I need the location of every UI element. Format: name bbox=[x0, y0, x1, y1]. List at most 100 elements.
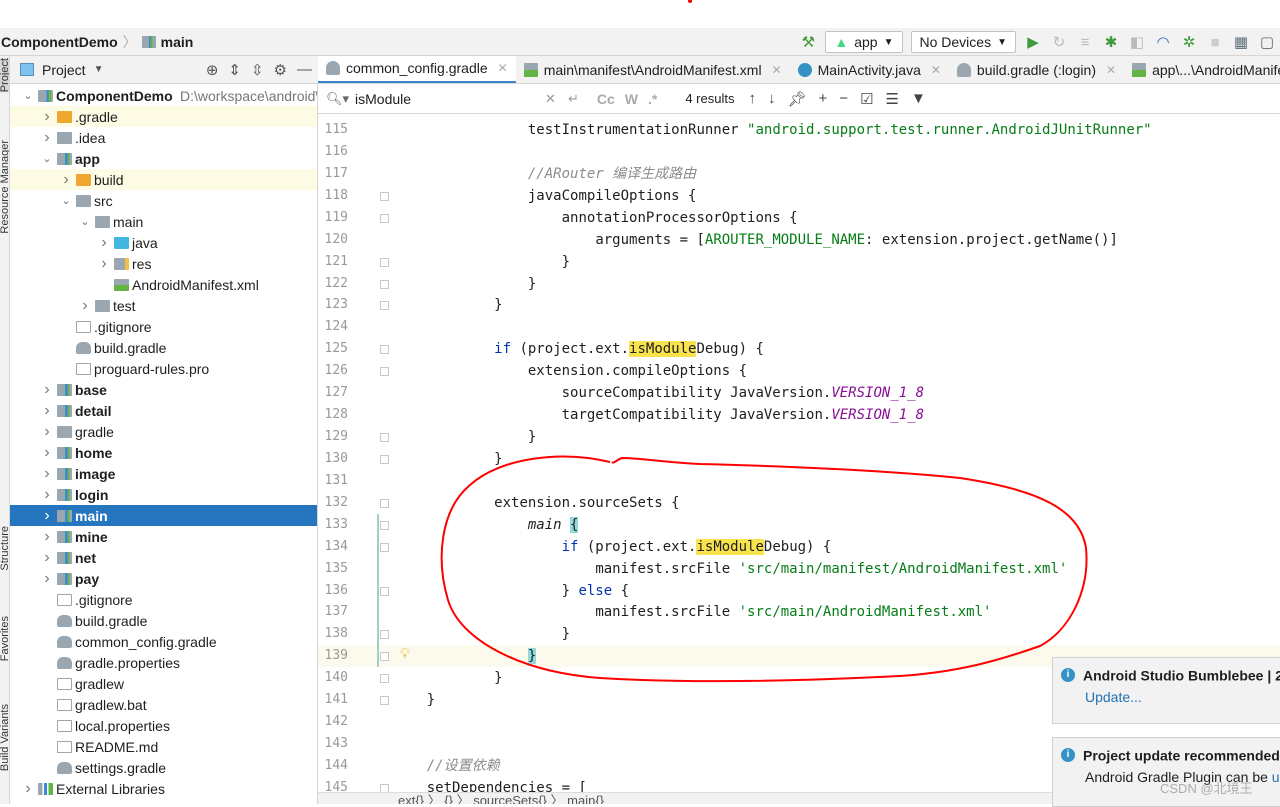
code-line[interactable]: 119 annotationProcessorOptions { bbox=[318, 207, 1280, 229]
settings-icon[interactable]: ⚙ bbox=[274, 61, 287, 79]
tree-item[interactable]: › pay bbox=[10, 568, 317, 589]
tree-item[interactable]: ⌄ app bbox=[10, 148, 317, 169]
tool-tab-build-variants[interactable]: Build Variants bbox=[0, 704, 9, 771]
tree-item[interactable]: gradlew bbox=[10, 673, 317, 694]
tree-item[interactable]: build.gradle bbox=[10, 610, 317, 631]
notification-update[interactable]: i Android Studio Bumblebee | 2021.1.1 Upd… bbox=[1052, 657, 1280, 724]
close-icon[interactable]: ✕ bbox=[1106, 63, 1116, 77]
clear-icon[interactable]: ✕ bbox=[545, 91, 556, 107]
code-line[interactable]: 134 if (project.ext.isModuleDebug) { bbox=[318, 535, 1280, 558]
filter-lines-icon[interactable]: ☰ bbox=[885, 90, 898, 108]
chevron-down-icon[interactable]: ⌄ bbox=[41, 152, 53, 165]
device-manager-icon[interactable]: ▢ bbox=[1258, 33, 1276, 51]
tree-item[interactable]: › base bbox=[10, 379, 317, 400]
fold-marker-icon[interactable] bbox=[380, 520, 389, 530]
chevron-right-icon[interactable]: › bbox=[22, 780, 34, 798]
code-line[interactable]: 128 targetCompatibility JavaVersion.VERSI… bbox=[318, 404, 1280, 426]
code-line[interactable]: 117 //ARouter 编译生成路由 bbox=[318, 163, 1280, 185]
tool-tab-resource-manager[interactable]: Resource Manager bbox=[0, 140, 9, 234]
fold-marker-icon[interactable] bbox=[380, 696, 389, 706]
fold-marker-icon[interactable] bbox=[380, 630, 389, 640]
fold-marker-icon[interactable] bbox=[380, 257, 389, 267]
code-line[interactable]: 116 bbox=[318, 141, 1280, 163]
chevron-right-icon[interactable]: › bbox=[79, 297, 91, 315]
chevron-right-icon[interactable]: › bbox=[60, 171, 72, 189]
fold-marker-icon[interactable] bbox=[380, 542, 389, 552]
pin-icon[interactable]: 📌︎ bbox=[787, 90, 806, 108]
chevron-right-icon[interactable]: › bbox=[22, 801, 34, 805]
fold-marker-icon[interactable] bbox=[380, 191, 389, 201]
fold-marker-icon[interactable] bbox=[380, 652, 389, 662]
tree-item[interactable]: › net bbox=[10, 547, 317, 568]
tree-item[interactable]: gradle.properties bbox=[10, 652, 317, 673]
hide-icon[interactable]: — bbox=[297, 61, 312, 79]
code-line[interactable]: 126 extension.compileOptions { bbox=[318, 360, 1280, 382]
fold-marker-icon[interactable] bbox=[380, 433, 389, 443]
tree-item[interactable]: › home bbox=[10, 442, 317, 463]
tree-item[interactable]: › test bbox=[10, 295, 317, 316]
code-line[interactable]: 137 manifest.srcFile 'src/main/AndroidMan… bbox=[318, 601, 1280, 624]
run-icon[interactable]: ▶ bbox=[1024, 33, 1042, 51]
chevron-right-icon[interactable]: › bbox=[41, 108, 53, 126]
tree-item[interactable]: › image bbox=[10, 463, 317, 484]
change-marker[interactable] bbox=[377, 623, 379, 646]
code-line[interactable]: 132 extension.sourceSets { bbox=[318, 492, 1280, 514]
arrow-up-icon[interactable]: ↑ bbox=[748, 90, 756, 108]
fold-marker-icon[interactable] bbox=[380, 498, 389, 508]
chevron-down-icon[interactable]: ⌄ bbox=[79, 215, 91, 228]
fold-marker-icon[interactable] bbox=[380, 279, 389, 289]
tab-main-manifest-androidmanifest-xml[interactable]: main\manifest\AndroidManifest.xml ✕ bbox=[516, 56, 790, 83]
crumb-block[interactable]: {} bbox=[444, 793, 453, 804]
chevron-right-icon[interactable]: › bbox=[41, 549, 53, 567]
tool-tab-project[interactable]: Project bbox=[0, 58, 9, 93]
code-line[interactable]: 135 manifest.srcFile 'src/main/manifest/A… bbox=[318, 557, 1280, 580]
chevron-down-icon[interactable]: ▼ bbox=[94, 64, 104, 75]
close-icon[interactable]: ✕ bbox=[498, 61, 508, 75]
tree-item[interactable]: › java bbox=[10, 232, 317, 253]
tab-mainactivity-java[interactable]: MainActivity.java ✕ bbox=[790, 56, 949, 83]
code-line[interactable]: 131 bbox=[318, 470, 1280, 492]
code-line[interactable]: 136} else { bbox=[318, 579, 1280, 602]
code-line[interactable]: 118 javaCompileOptions { bbox=[318, 185, 1280, 207]
code-line[interactable]: 129} bbox=[318, 426, 1280, 448]
code-line[interactable]: 122} bbox=[318, 273, 1280, 295]
chevron-right-icon[interactable]: › bbox=[41, 507, 53, 525]
select-all-occurrences-icon[interactable]: ☑ bbox=[860, 90, 873, 108]
chevron-right-icon[interactable]: › bbox=[98, 234, 110, 252]
tree-item[interactable]: ›Scratches and Consoles bbox=[10, 799, 317, 805]
tab-app-androidmanifest-x[interactable]: app\...\AndroidManifest.x bbox=[1124, 56, 1280, 83]
project-structure-icon[interactable]: ▦ bbox=[1232, 33, 1250, 51]
fold-marker-icon[interactable] bbox=[380, 213, 389, 223]
debug-icon[interactable]: ✱ bbox=[1102, 33, 1120, 51]
fold-marker-icon[interactable] bbox=[380, 586, 389, 596]
tree-item[interactable]: AndroidManifest.xml bbox=[10, 274, 317, 295]
tree-item[interactable]: common_config.gradle bbox=[10, 631, 317, 652]
tree-item[interactable]: › login bbox=[10, 484, 317, 505]
tree-item[interactable]: settings.gradle bbox=[10, 757, 317, 778]
attach-debugger-icon[interactable]: ◧ bbox=[1128, 33, 1146, 51]
tree-item[interactable]: › main bbox=[10, 505, 317, 526]
profile-icon[interactable]: ◠ bbox=[1154, 33, 1172, 51]
search-icon[interactable]: 🔍︎▾ bbox=[326, 91, 349, 107]
chevron-right-icon[interactable]: › bbox=[41, 570, 53, 588]
change-marker[interactable] bbox=[377, 557, 379, 580]
debug-attach-icon[interactable]: ✲ bbox=[1180, 33, 1198, 51]
hammer-icon[interactable]: ⚒ bbox=[799, 33, 817, 51]
chevron-right-icon[interactable]: › bbox=[41, 381, 53, 399]
tree-item[interactable]: proguard-rules.pro bbox=[10, 358, 317, 379]
chevron-right-icon[interactable]: › bbox=[41, 528, 53, 546]
chevron-right-icon[interactable]: › bbox=[41, 423, 53, 441]
breadcrumb-module[interactable]: main bbox=[161, 34, 194, 50]
stop-icon[interactable]: ■ bbox=[1206, 33, 1224, 51]
change-marker[interactable] bbox=[377, 513, 379, 536]
tree-item[interactable]: › build bbox=[10, 169, 317, 190]
tab-build-gradle-login-[interactable]: build.gradle (:login) ✕ bbox=[949, 56, 1124, 83]
code-line[interactable]: 127 sourceCompatibility JavaVersion.VERSI… bbox=[318, 382, 1280, 404]
tree-item[interactable]: build.gradle bbox=[10, 337, 317, 358]
chevron-right-icon[interactable]: › bbox=[98, 255, 110, 273]
tool-tab-structure[interactable]: Structure bbox=[0, 526, 9, 571]
run-config-select[interactable]: ▲ app ▼ bbox=[825, 31, 903, 53]
tree-item[interactable]: ⌄ ComponentDemo D:\workspace\android\C bbox=[10, 85, 317, 106]
tree-item[interactable]: › External Libraries bbox=[10, 778, 317, 799]
chevron-down-icon[interactable]: ⌄ bbox=[22, 89, 34, 102]
